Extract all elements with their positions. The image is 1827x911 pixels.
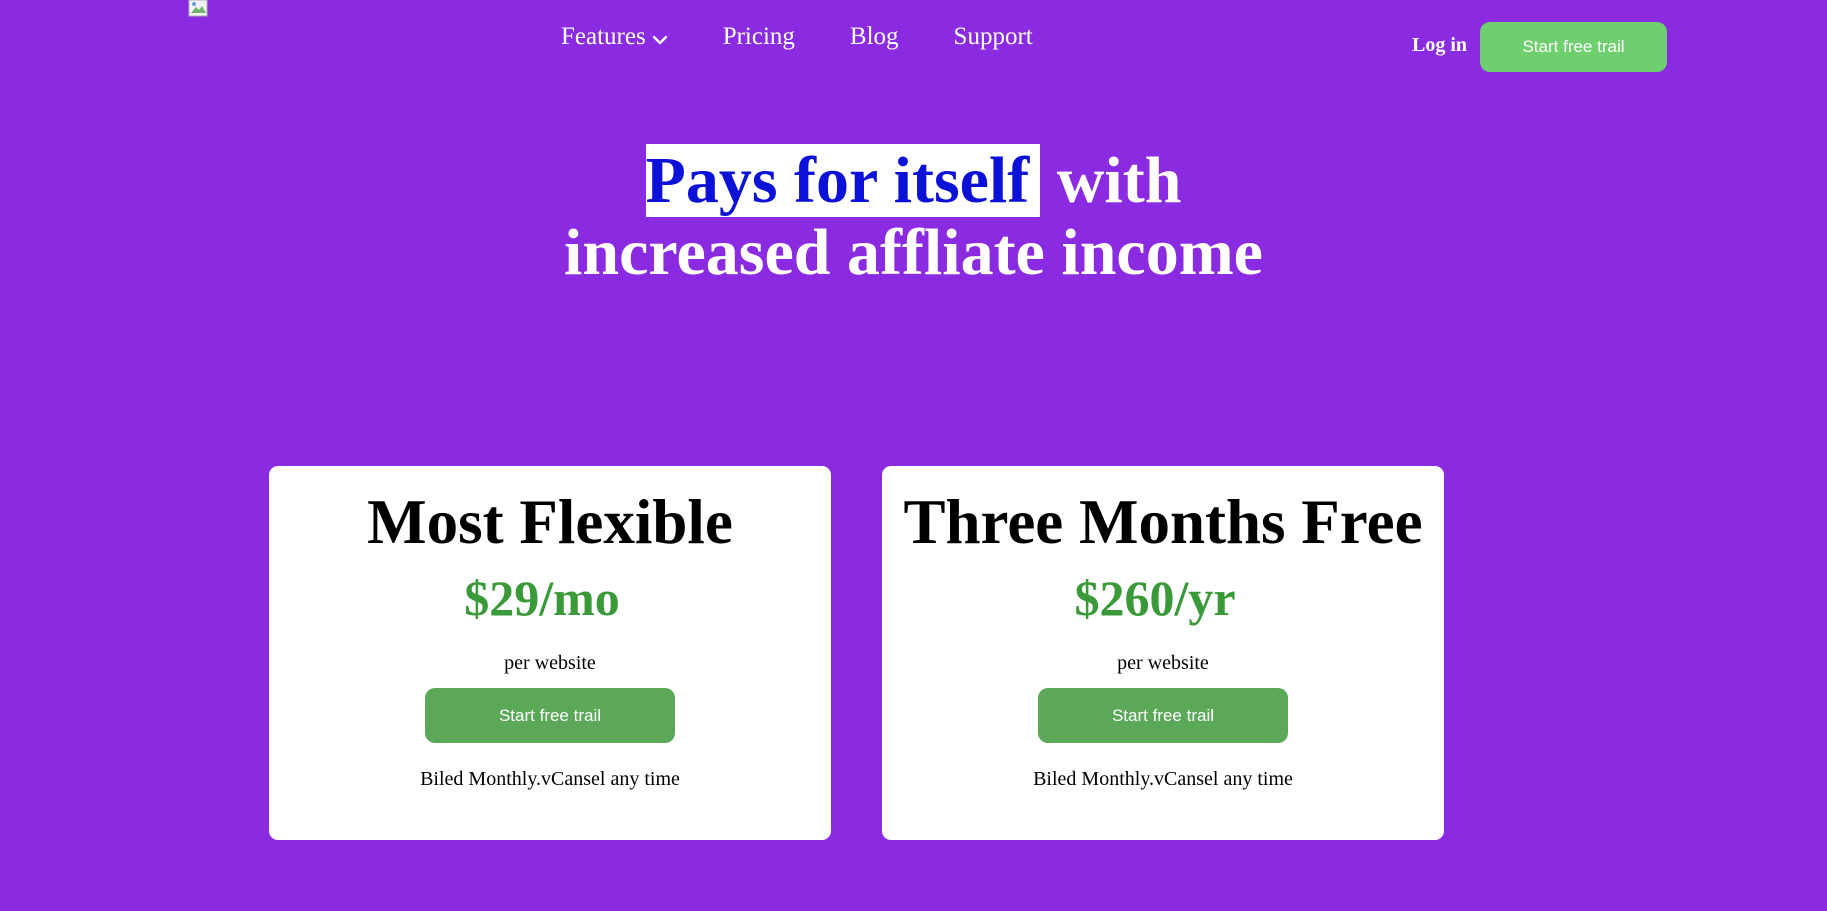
- plan-price: $260/yr: [1074, 570, 1236, 626]
- billing-note: Biled Monthly.vCansel any time: [420, 768, 680, 790]
- nav-support[interactable]: Support: [954, 23, 1033, 51]
- pricing-card-monthly: Most Flexible $29/mo per website Start f…: [269, 466, 831, 840]
- nav-features-label: Features: [561, 23, 646, 50]
- plan-title: Most Flexible: [367, 487, 733, 557]
- plan-price: $29/mo: [464, 570, 620, 626]
- logo-broken-image-icon[interactable]: [188, 0, 209, 18]
- nav-blog[interactable]: Blog: [850, 23, 899, 51]
- plan-title: Three Months Free: [903, 487, 1423, 557]
- chevron-down-icon: [652, 24, 668, 52]
- hero-line2: increased affliate income: [564, 216, 1263, 289]
- start-free-trial-button-header[interactable]: Start free trail: [1480, 22, 1667, 72]
- nav-pricing[interactable]: Pricing: [723, 23, 795, 51]
- billing-note: Biled Monthly.vCansel any time: [1033, 768, 1293, 790]
- start-free-trial-button-yearly[interactable]: Start free trail: [1038, 688, 1288, 743]
- nav-features[interactable]: Features: [561, 22, 668, 52]
- hero-line1-rest: with: [1056, 144, 1182, 217]
- main-nav: Features Pricing Blog Support: [561, 22, 1088, 52]
- pricing-card-yearly: Three Months Free $260/yr per website St…: [882, 466, 1444, 840]
- start-free-trial-button-monthly[interactable]: Start free trail: [425, 688, 675, 743]
- plan-per-unit: per website: [504, 652, 596, 674]
- hero-highlight: Pays for itself: [645, 144, 1041, 217]
- plan-per-unit: per website: [1117, 652, 1209, 674]
- login-link[interactable]: Log in: [1412, 34, 1467, 57]
- hero-heading: Pays for itself with increased affliate …: [0, 144, 1827, 289]
